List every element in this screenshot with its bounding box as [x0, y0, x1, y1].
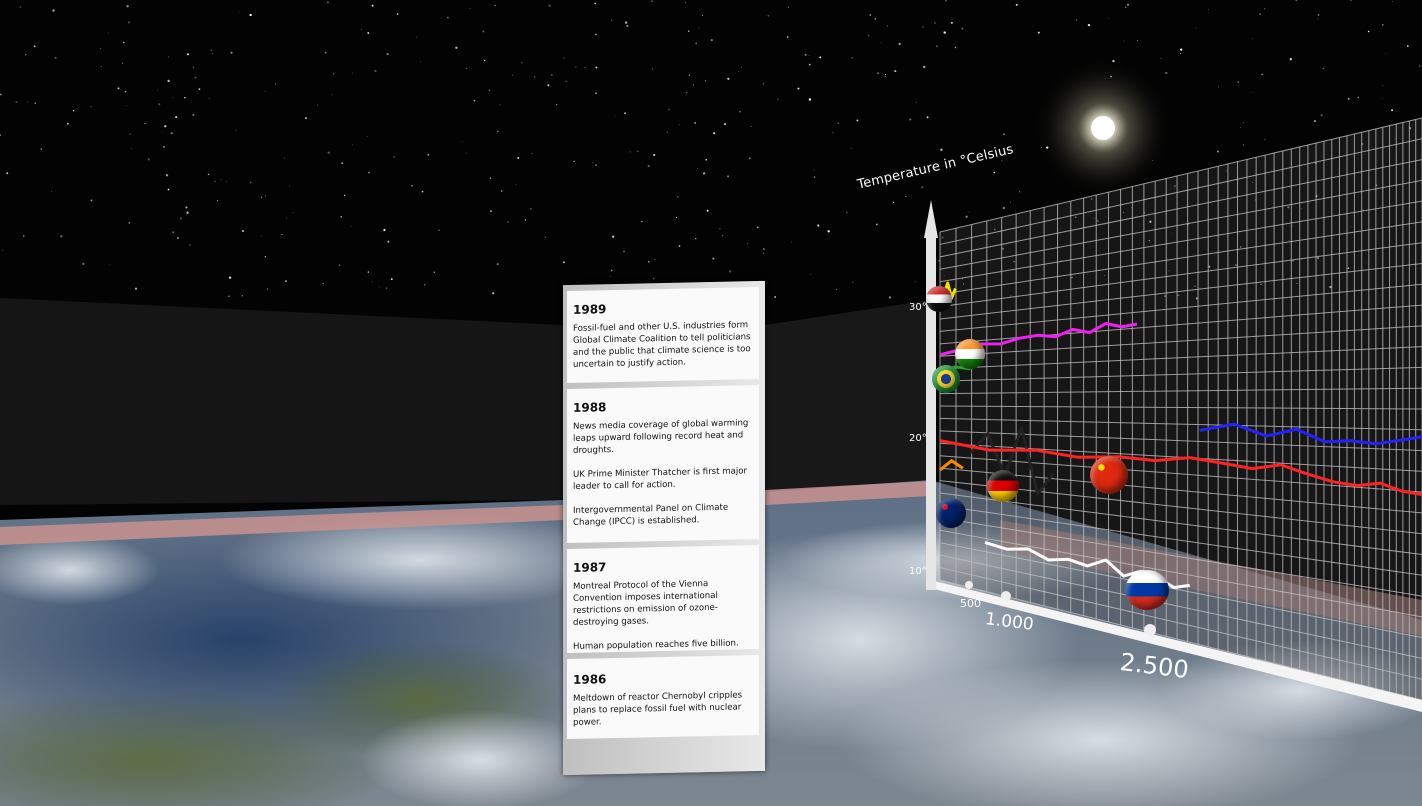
x-tick-label: 500 [960, 597, 981, 610]
timeline-year: 1986 [573, 672, 607, 687]
timeline-card-1986[interactable]: 1986 Meltdown of reactor Chernobyl cripp… [567, 655, 759, 740]
russia-flag-icon[interactable] [1125, 570, 1169, 610]
timeline-year: 1988 [573, 400, 607, 415]
germany-flag-icon[interactable] [987, 470, 1019, 502]
china-flag-icon[interactable] [1090, 456, 1128, 494]
timeline-year: 1989 [573, 302, 607, 317]
timeline-panel[interactable]: 1989 Fossil-fuel and other U.S. industri… [563, 280, 765, 776]
y-tick-label: 20° [909, 433, 927, 444]
timeline-event: Human population reaches five billion. [573, 638, 739, 652]
timeline-event: Montreal Protocol of the Vienna Conventi… [573, 579, 718, 628]
timeline-year: 1987 [573, 560, 607, 575]
egypt-flag-icon[interactable] [926, 286, 952, 312]
x-axis-marker [1144, 624, 1156, 636]
vr-scene: Temperature in °Celsius 30° 20° 10° 500 … [0, 0, 1422, 806]
timeline-card-1988[interactable]: 1988 News media coverage of global warmi… [567, 385, 759, 544]
india-flag-icon[interactable] [955, 339, 985, 369]
timeline-event: UK Prime Minister Thatcher is first majo… [573, 466, 748, 492]
x-axis-marker [1001, 591, 1011, 601]
x-axis-marker [965, 581, 973, 589]
australia-flag-icon[interactable] [936, 498, 966, 528]
y-tick-label: 10° [909, 566, 927, 577]
timeline-event: Intergovernmental Panel on Climate Chang… [573, 502, 729, 528]
timeline-event: Meltdown of reactor Chernobyl cripples p… [573, 690, 743, 728]
timeline-event: News media coverage of global warming le… [573, 418, 749, 456]
y-axis-arrow-icon [924, 200, 938, 238]
timeline-card-1987[interactable]: 1987 Montreal Protocol of the Vienna Con… [567, 545, 759, 654]
timeline-event: Fossil-fuel and other U.S. industries fo… [573, 320, 751, 370]
brazil-flag-icon[interactable] [932, 365, 960, 393]
y-tick-label: 30° [909, 302, 927, 313]
timeline-card-1989[interactable]: 1989 Fossil-fuel and other U.S. industri… [567, 287, 759, 384]
